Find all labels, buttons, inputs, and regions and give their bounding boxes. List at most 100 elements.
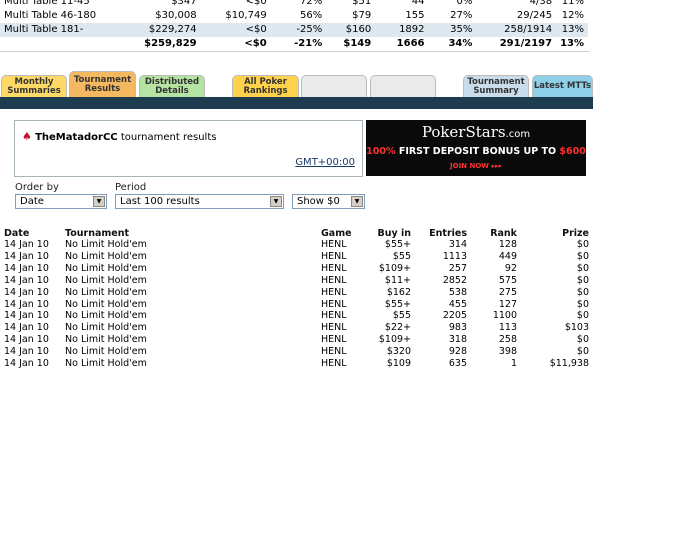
promo-prefix: 100% <box>366 146 396 157</box>
results-cell-tournament: No Limit Hold'em <box>65 250 147 262</box>
tab-tournament-summary[interactable]: Tournament Summary <box>463 75 529 97</box>
summary-cell-c4: $79 <box>352 10 372 21</box>
results-cell-date: 14 Jan 10 <box>4 322 49 334</box>
results-cell-entries: 455 <box>448 298 467 310</box>
results-cell-prize: $0 <box>576 298 589 310</box>
col-date-header[interactable]: Date <box>0 227 61 239</box>
show-prize-select[interactable]: Show $0 ▼ <box>292 194 365 209</box>
dropdown-arrow-icon[interactable]: ▼ <box>270 196 282 207</box>
results-cell-tournament: No Limit Hold'em <box>65 322 147 334</box>
results-cell-entries: 314 <box>448 239 467 250</box>
pokerstars-banner[interactable]: PokerStars.com 100% FIRST DEPOSIT BONUS … <box>366 120 586 176</box>
col-buyin-header[interactable]: Buy in <box>361 227 415 239</box>
period-select[interactable]: Last 100 results ▼ <box>115 194 284 209</box>
summary-total-row: $259,829 <$0 -21% $149 1666 34% 291/2197 13% <box>0 37 588 51</box>
results-row[interactable]: 14 Jan 10 No Limit Hold'em HENL $109+ 318 258… <box>0 334 593 346</box>
summary-cell-c7: 29/245 <box>516 10 553 21</box>
tab-blank-2[interactable] <box>370 75 436 97</box>
summary-cell-c4: $51 <box>352 0 372 7</box>
results-row[interactable]: 14 Jan 10 No Limit Hold'em HENL $109 635 1 $11… <box>0 358 593 370</box>
results-cell-buyin: $11+ <box>384 274 411 286</box>
results-cell-game: HENL <box>321 286 347 298</box>
results-cell-entries: 2852 <box>442 274 467 286</box>
results-cell-prize: $103 <box>564 322 589 334</box>
summary-cell-name: Multi Table 11-45 <box>4 0 90 7</box>
results-cell-prize: $0 <box>576 286 589 298</box>
results-row[interactable]: 14 Jan 10 No Limit Hold'em HENL $162 538 275 $… <box>0 287 593 299</box>
results-cell-game: HENL <box>321 250 347 262</box>
tab-blank-1[interactable] <box>301 75 367 97</box>
summary-cell-c5: 44 <box>411 0 425 7</box>
summary-table: Multi Table 11-45 $347 <$0 72% $51 44 0% 4/38 11… <box>0 0 588 51</box>
results-cell-date: 14 Jan 10 <box>4 346 49 358</box>
tab-distributed-details[interactable]: Distributed Details <box>139 75 205 97</box>
summary-cell-name: Multi Table 46-180 <box>4 10 97 21</box>
summary-cell-c4: $160 <box>326 23 376 37</box>
results-cell-date: 14 Jan 10 <box>4 250 49 262</box>
results-cell-buyin: $55+ <box>384 298 411 310</box>
summary-table-section: Multi Table 11-45 $347 <$0 72% $51 44 0% 4/38 11… <box>0 0 590 52</box>
summary-cell-c5: 1892 <box>375 23 429 37</box>
summary-cell-c3: 56% <box>300 10 323 21</box>
results-row[interactable]: 14 Jan 10 No Limit Hold'em HENL $11+ 2852 575… <box>0 275 593 287</box>
results-cell-date: 14 Jan 10 <box>4 310 49 322</box>
show-prize-value: Show $0 <box>297 196 340 207</box>
player-name[interactable]: TheMatadorCC <box>35 132 118 143</box>
results-cell-game: HENL <box>321 310 347 322</box>
results-cell-buyin: $55 <box>392 250 411 262</box>
period-label: Period <box>115 182 147 193</box>
results-row[interactable]: 14 Jan 10 No Limit Hold'em HENL $55 2205 1100… <box>0 310 593 322</box>
results-cell-buyin: $55 <box>392 310 411 322</box>
results-cell-date: 14 Jan 10 <box>4 274 49 286</box>
results-cell-prize: $0 <box>576 262 589 274</box>
results-cell-game: HENL <box>321 262 347 274</box>
results-row[interactable]: 14 Jan 10 No Limit Hold'em HENL $55 1113 449 $… <box>0 251 593 263</box>
col-game-header[interactable]: Game <box>317 227 361 239</box>
results-row[interactable]: 14 Jan 10 No Limit Hold'em HENL $109+ 257 92 $… <box>0 263 593 275</box>
summary-cell-name <box>0 37 119 51</box>
tab-latest-mtts[interactable]: Latest MTTs <box>532 75 593 97</box>
results-cell-entries: 2205 <box>442 310 467 322</box>
results-cell-tournament: No Limit Hold'em <box>65 274 147 286</box>
results-cell-date: 14 Jan 10 <box>4 286 49 298</box>
user-box: ♠ TheMatadorCC tournament results GMT+00… <box>14 120 363 177</box>
tab-tournament-results[interactable]: Tournament Results <box>69 71 136 97</box>
order-by-value: Date <box>20 196 44 207</box>
summary-cell-c3: -25% <box>270 23 327 37</box>
timezone-link[interactable]: GMT+00:00 <box>295 157 355 168</box>
col-entries-header[interactable]: Entries <box>415 227 471 239</box>
results-cell-date: 14 Jan 10 <box>4 239 49 250</box>
results-cell-game: HENL <box>321 274 347 286</box>
results-cell-date: 14 Jan 10 <box>4 298 49 310</box>
results-cell-tournament: No Limit Hold'em <box>65 310 147 322</box>
tab-monthly-summaries[interactable]: Monthly Summaries <box>1 75 67 97</box>
col-rank-header[interactable]: Rank <box>471 227 521 239</box>
results-cell-rank: 92 <box>504 262 517 274</box>
results-cell-buyin: $109 <box>386 358 411 370</box>
results-cell-entries: 538 <box>448 286 467 298</box>
order-by-select[interactable]: Date ▼ <box>15 194 107 209</box>
tab-all-poker-rankings[interactable]: All Poker Rankings <box>232 75 299 97</box>
summary-cell-c1: $229,274 <box>118 23 201 37</box>
results-title-suffix: tournament results <box>117 132 217 143</box>
col-prize-header[interactable]: Prize <box>521 227 593 239</box>
results-cell-tournament: No Limit Hold'em <box>65 239 147 250</box>
promo-body: FIRST DEPOSIT BONUS UP TO <box>395 146 560 157</box>
results-cell-entries: 983 <box>448 322 467 334</box>
results-cell-rank: 1100 <box>492 310 517 322</box>
col-tournament-header[interactable]: Tournament <box>61 227 317 239</box>
results-row[interactable]: 14 Jan 10 No Limit Hold'em HENL $55+ 314 128 $… <box>0 239 593 251</box>
summary-cell-c7: 291/2197 <box>499 38 553 49</box>
results-cell-entries: 1113 <box>442 250 467 262</box>
results-cell-tournament: No Limit Hold'em <box>65 346 147 358</box>
results-cell-game: HENL <box>321 358 347 370</box>
results-row[interactable]: 14 Jan 10 No Limit Hold'em HENL $22+ 983 113 $… <box>0 322 593 334</box>
results-cell-entries: 635 <box>448 358 467 370</box>
results-row[interactable]: 14 Jan 10 No Limit Hold'em HENL $55+ 455 127 $… <box>0 299 593 311</box>
results-cell-prize: $11,938 <box>549 358 589 370</box>
dropdown-arrow-icon[interactable]: ▼ <box>351 196 363 207</box>
summary-cell-c1: $259,829 <box>144 38 197 49</box>
results-row[interactable]: 14 Jan 10 No Limit Hold'em HENL $320 928 398 $… <box>0 346 593 358</box>
dropdown-arrow-icon[interactable]: ▼ <box>93 196 105 207</box>
results-cell-prize: $0 <box>576 334 589 346</box>
